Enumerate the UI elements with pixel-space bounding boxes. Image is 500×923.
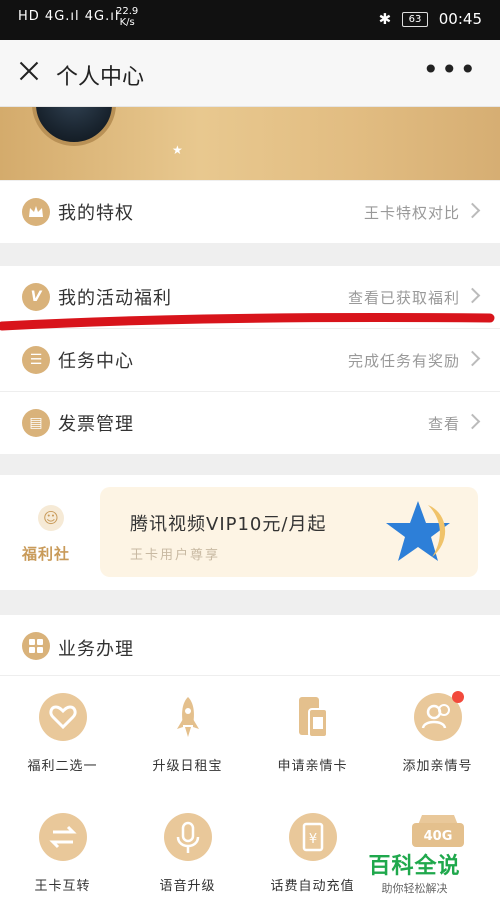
invoice-label: 发票管理: [58, 414, 134, 435]
chevron-right-icon: [464, 287, 481, 304]
promo-card[interactable]: 腾讯视频VIP10元/月起 王卡用户尊享: [100, 487, 478, 577]
add-contact-icon: [413, 691, 464, 741]
more-options-icon[interactable]: •••: [422, 56, 478, 84]
business-title: 业务办理: [58, 639, 134, 660]
notification-dot: [451, 691, 464, 703]
bill-icon: ¥: [288, 813, 337, 861]
ticket-icon: ▤: [22, 409, 50, 437]
tile-card-transfer[interactable]: 王卡互转: [0, 813, 125, 894]
tile-label: 王卡互转: [34, 879, 91, 894]
welfare-label: 福利社: [22, 545, 71, 563]
clock: 00:45: [438, 10, 482, 28]
privilege-section: 我的特权 王卡特权对比: [0, 181, 500, 243]
welfare-icon: ☺: [38, 505, 64, 531]
tile-label: 添加亲情号: [402, 759, 473, 774]
business-header: 业务办理: [0, 615, 500, 676]
rocket-icon: [164, 693, 212, 741]
privilege-label: 我的特权: [58, 203, 134, 224]
tile-voice-upgrade[interactable]: 语音升级: [125, 813, 250, 894]
task-center-label: 任务中心: [58, 351, 134, 372]
tile-family-card[interactable]: 申请亲情卡: [250, 693, 375, 774]
status-bar: HD 4G.ıl 4G.ıl 22.9 K/s ✱ 63 00:45: [0, 0, 500, 40]
privilege-row[interactable]: 我的特权 王卡特权对比: [0, 181, 500, 243]
status-right: ✱ 63 00:45: [379, 10, 482, 28]
tile-add-family-number[interactable]: 添加亲情号: [375, 691, 500, 774]
task-center-row[interactable]: ☰ 任务中心 完成任务有奖励: [0, 329, 500, 392]
activity-welfare-label: 我的活动福利: [58, 288, 172, 309]
invoice-row[interactable]: ▤ 发票管理 查看: [0, 392, 500, 454]
tile-auto-recharge[interactable]: ¥ 话费自动充值: [250, 813, 375, 894]
v-icon: V: [22, 283, 50, 311]
crown-icon: [22, 198, 50, 226]
tile-welfare-choice[interactable]: 福利二选一: [0, 693, 125, 774]
network-speed-unit: K/s: [119, 17, 135, 28]
battery-icon: 63: [401, 12, 428, 27]
invoice-sub: 查看: [427, 415, 460, 433]
signal-indicators: HD 4G.ıl 4G.ıl: [18, 9, 120, 24]
welfare-club: ☺ 福利社 腾讯视频VIP10元/月起 王卡用户尊享: [0, 475, 500, 590]
activity-section: V 我的活动福利 查看已获取福利 ☰ 任务中心 完成任务有奖励 ▤ 发票管理 查…: [0, 266, 500, 454]
network-speed: 22.9 K/s: [116, 6, 138, 28]
svg-text:¥: ¥: [308, 832, 316, 847]
tile-label: 语音升级: [159, 879, 216, 894]
heart-icon: [38, 693, 87, 741]
40g-label: 40G: [423, 829, 452, 844]
star-icon: ★: [172, 143, 183, 157]
chevron-right-icon: [464, 413, 481, 430]
page-title: 个人中心: [56, 65, 145, 90]
nav-bar: 个人中心 •••: [0, 40, 500, 107]
activity-welfare-sub: 查看已获取福利: [347, 289, 460, 307]
network-speed-value: 22.9: [116, 6, 139, 17]
tile-label: 申请亲情卡: [277, 759, 348, 774]
promo-subtitle: 王卡用户尊享: [130, 548, 221, 563]
privilege-compare-link[interactable]: 王卡特权对比: [364, 202, 460, 223]
list-icon: ☰: [22, 346, 50, 374]
close-icon[interactable]: [18, 60, 40, 82]
chevron-right-icon: [464, 350, 481, 367]
microphone-icon: [163, 813, 212, 861]
profile-banner: ★: [0, 107, 500, 180]
tile-label: 升级日租宝: [152, 759, 223, 774]
watermark-title: 百科全说: [368, 854, 461, 879]
watermark: 百科全说 助你轻松解决: [362, 848, 467, 896]
watermark-subtitle: 助你轻松解决: [381, 882, 448, 895]
avatar[interactable]: [32, 107, 116, 146]
transfer-icon: [38, 813, 87, 861]
star-icon: [386, 501, 450, 561]
grid-icon: [22, 632, 50, 660]
tile-label: 福利二选一: [27, 759, 98, 774]
sim-card-icon: [289, 693, 337, 741]
bluetooth-icon: ✱: [378, 10, 392, 28]
tile-upgrade-daily[interactable]: 升级日租宝: [125, 693, 250, 774]
red-annotation-stroke: [0, 312, 495, 331]
tile-label: 话费自动充值: [270, 879, 355, 894]
chevron-right-icon: [464, 202, 481, 219]
promo-title: 腾讯视频VIP10元/月起: [130, 514, 327, 535]
task-center-sub: 完成任务有奖励: [347, 352, 460, 370]
